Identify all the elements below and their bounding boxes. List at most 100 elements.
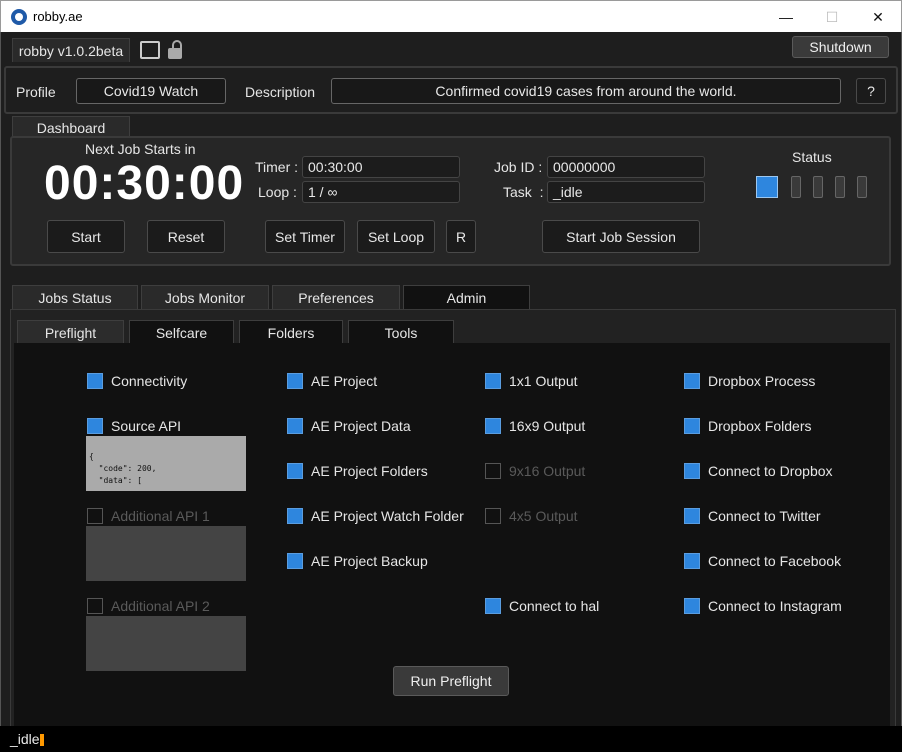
status-bar: _idle [0,726,902,752]
maximize-button[interactable]: ☐ [809,5,855,29]
ae-project-data-option[interactable]: AE Project Data [287,418,411,434]
shutdown-button[interactable]: Shutdown [792,36,889,58]
job-id-label: Job ID : [494,159,543,175]
ae-project-backup-option[interactable]: AE Project Backup [287,553,428,569]
output-9x16-option: 9x16 Output [485,463,585,479]
output-16x9-checkbox[interactable] [485,418,501,434]
connect-hal-checkbox[interactable] [485,598,501,614]
window-title: robby.ae [33,9,83,24]
connect-dropbox-label: Connect to Dropbox [708,463,833,479]
ae-project-watch-folder-option[interactable]: AE Project Watch Folder [287,508,464,524]
dropbox-process-option[interactable]: Dropbox Process [684,373,815,389]
connectivity-label: Connectivity [111,373,188,389]
connectivity-checkbox[interactable] [87,373,103,389]
ae-project-label: AE Project [311,373,378,389]
tab-preflight[interactable]: Preflight [17,320,124,344]
activity-indicator [40,734,44,746]
connect-twitter-label: Connect to Twitter [708,508,821,524]
additional-api-1-checkbox [87,508,103,524]
loop-label: Loop : [258,184,297,200]
ae-project-backup-label: AE Project Backup [311,553,428,569]
additional-api-2-option: Additional API 2 [87,598,210,614]
ae-project-data-label: AE Project Data [311,418,411,434]
connect-hal-option[interactable]: Connect to hal [485,598,599,614]
set-loop-button[interactable]: Set Loop [357,220,435,253]
output-4x5-checkbox [485,508,501,524]
ae-project-option[interactable]: AE Project [287,373,377,389]
close-button[interactable]: ✕ [855,5,901,29]
connect-instagram-checkbox[interactable] [684,598,700,614]
tab-selfcare[interactable]: Selfcare [129,320,234,344]
dropbox-process-checkbox[interactable] [684,373,700,389]
unlock-icon[interactable] [166,40,186,60]
tab-folders[interactable]: Folders [239,320,343,344]
source-api-response[interactable]: { "code": 200, "data": [ [86,436,246,491]
source-api-checkbox[interactable] [87,418,103,434]
help-button[interactable]: ? [856,78,886,104]
ae-project-checkbox[interactable] [287,373,303,389]
output-9x16-checkbox [485,463,501,479]
reset-button[interactable]: Reset [147,220,225,253]
dropbox-folders-option[interactable]: Dropbox Folders [684,418,812,434]
timer-field[interactable]: 00:30:00 [302,156,460,178]
status-indicator [835,176,845,198]
start-button[interactable]: Start [47,220,125,253]
ae-project-watch-folder-checkbox[interactable] [287,508,303,524]
additional-api-1-option: Additional API 1 [87,508,210,524]
ae-project-folders-option[interactable]: AE Project Folders [287,463,428,479]
output-1x1-checkbox[interactable] [485,373,501,389]
tab-preferences[interactable]: Preferences [272,285,400,310]
set-timer-button[interactable]: Set Timer [265,220,345,253]
connect-twitter-checkbox[interactable] [684,508,700,524]
connect-facebook-checkbox[interactable] [684,553,700,569]
task-field[interactable]: _idle [547,181,705,203]
status-indicator [857,176,867,198]
loop-field[interactable]: 1 / ∞ [302,181,460,203]
output-1x1-option[interactable]: 1x1 Output [485,373,578,389]
version-tab: robby v1.0.2beta [12,38,130,62]
connect-facebook-label: Connect to Facebook [708,553,842,569]
countdown-display: 00:30:00 [44,157,245,210]
job-id-field[interactable]: 00000000 [547,156,705,178]
connect-dropbox-option[interactable]: Connect to Dropbox [684,463,833,479]
source-api-option[interactable]: Source API [87,418,181,434]
output-16x9-option[interactable]: 16x9 Output [485,418,585,434]
task-label: Task : [503,184,544,200]
description-label: Description [245,84,316,100]
status-indicator [813,176,823,198]
output-9x16-label: 9x16 Output [509,463,586,479]
tab-jobs-monitor[interactable]: Jobs Monitor [141,285,269,310]
run-preflight-button[interactable]: Run Preflight [393,666,509,696]
ae-project-folders-checkbox[interactable] [287,463,303,479]
tab-jobs-status[interactable]: Jobs Status [12,285,138,310]
tab-tools[interactable]: Tools [348,320,454,344]
connect-instagram-label: Connect to Instagram [708,598,842,614]
connect-twitter-option[interactable]: Connect to Twitter [684,508,821,524]
profile-field[interactable]: Covid19 Watch [76,78,226,104]
r-button[interactable]: R [446,220,476,253]
dropbox-process-label: Dropbox Process [708,373,816,389]
ae-project-backup-checkbox[interactable] [287,553,303,569]
ae-project-folders-label: AE Project Folders [311,463,428,479]
source-api-label: Source API [111,418,182,434]
status-indicator [791,176,801,198]
additional-api-2-response [86,616,246,671]
connect-dropbox-checkbox[interactable] [684,463,700,479]
connect-instagram-option[interactable]: Connect to Instagram [684,598,842,614]
start-job-session-button[interactable]: Start Job Session [542,220,700,253]
additional-api-2-checkbox [87,598,103,614]
description-field[interactable]: Confirmed covid19 cases from around the … [331,78,841,104]
minimize-button[interactable]: — [763,5,809,29]
output-4x5-option: 4x5 Output [485,508,578,524]
dropbox-folders-label: Dropbox Folders [708,418,812,434]
tab-dashboard[interactable]: Dashboard [12,116,130,138]
dropbox-folders-checkbox[interactable] [684,418,700,434]
additional-api-1-label: Additional API 1 [111,508,210,524]
connect-facebook-option[interactable]: Connect to Facebook [684,553,841,569]
ae-project-data-checkbox[interactable] [287,418,303,434]
app-logo-icon [11,9,27,25]
connectivity-option[interactable]: Connectivity [87,373,187,389]
terminal-icon[interactable] [140,41,160,59]
ae-project-watch-folder-label: AE Project Watch Folder [311,508,464,524]
tab-admin[interactable]: Admin [403,285,530,310]
